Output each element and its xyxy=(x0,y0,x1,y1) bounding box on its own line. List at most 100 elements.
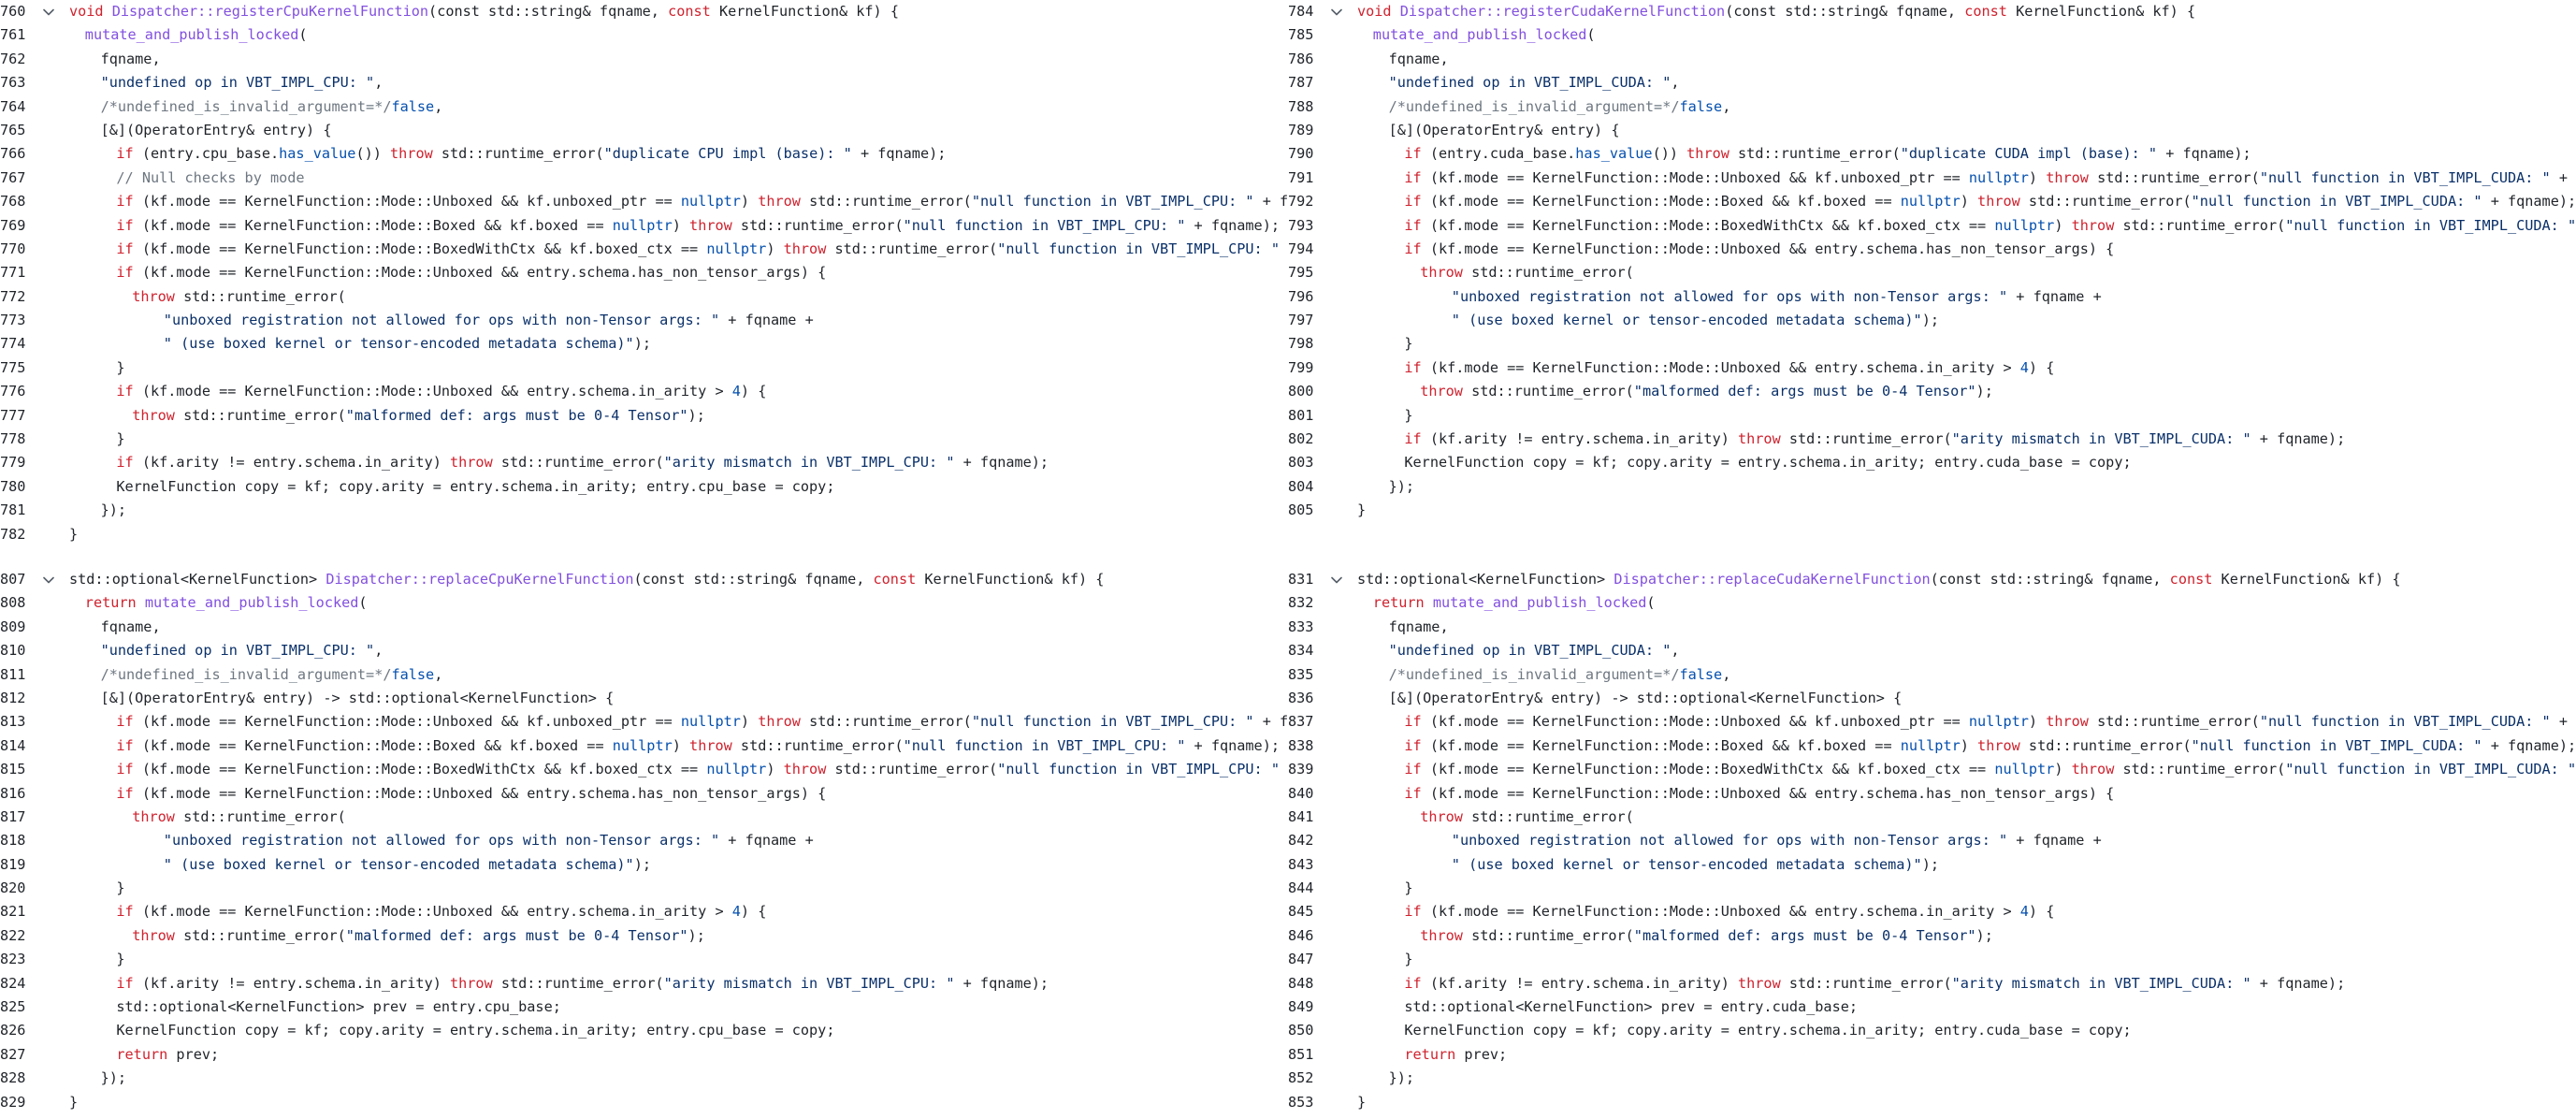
code-token: " (use boxed kernel or tensor-encoded me… xyxy=(1451,855,1922,873)
code-token: + fqname + xyxy=(2007,832,2102,850)
code-line: 773 "unboxed registration not allowed for… xyxy=(0,309,1288,332)
code-text: "unboxed registration not allowed for op… xyxy=(69,829,814,852)
code-text: if (kf.arity != entry.schema.in_arity) t… xyxy=(69,972,1049,995)
code-text: }); xyxy=(1357,1067,1414,1090)
code-line: 822 throw std::runtime_error("malformed d… xyxy=(0,924,1288,948)
code-token: if xyxy=(1404,430,1430,448)
code-token: if xyxy=(1404,216,1430,234)
line-number: 819 xyxy=(0,855,26,873)
code-token: "undefined op in VBT_IMPL_CPU: " xyxy=(100,74,375,92)
chevron-down-icon[interactable] xyxy=(1327,568,1346,591)
code-line: 795 throw std::runtime_error( xyxy=(1288,261,2576,284)
code-token: "duplicate CUDA impl (base): " xyxy=(1900,145,2158,163)
code-token: throw xyxy=(2071,216,2123,234)
code-line: 831 std::optional<KernelFunction> Dispatc… xyxy=(1288,568,2576,591)
code-token: ) xyxy=(2054,761,2072,778)
code-text: if (kf.mode == KernelFunction::Mode::Box… xyxy=(1357,734,2576,758)
code-token: , xyxy=(434,97,443,115)
code-token: KernelFunction copy = kf; copy.arity = e… xyxy=(1404,1022,2132,1039)
code-line: 814 if (kf.mode == KernelFunction::Mode::… xyxy=(0,734,1288,758)
code-text: return mutate_and_publish_locked( xyxy=(69,591,368,615)
code-pane-register-cuda: 784 void Dispatcher::registerCudaKernelFu… xyxy=(1288,0,2576,523)
code-text: if (kf.mode == KernelFunction::Mode::Unb… xyxy=(69,710,1288,734)
code-token: (kf.arity != entry.schema.in_arity) xyxy=(141,974,450,992)
code-text: [&](OperatorEntry& entry) { xyxy=(1357,119,1620,142)
code-token: std::runtime_error( xyxy=(2097,168,2260,186)
line-number: 832 xyxy=(1288,594,1314,612)
code-token: "null function in VBT_IMPL_CPU: " xyxy=(903,736,1186,754)
code-token: (kf.mode == KernelFunction::Mode::Unboxe… xyxy=(141,903,732,921)
code-line: 803 KernelFunction copy = kf; copy.arity … xyxy=(1288,451,2576,474)
line-number: 782 xyxy=(0,525,26,543)
code-token: ) xyxy=(672,216,690,234)
code-token: 4 xyxy=(731,383,741,400)
code-token: has_value xyxy=(279,145,356,163)
code-token: throw xyxy=(1977,193,2029,211)
code-pane-replace-cpu: 807 std::optional<KernelFunction> Dispatc… xyxy=(0,568,1288,1114)
code-line: 825 std::optional<KernelFunction> prev = … xyxy=(0,995,1288,1019)
code-line: 766 if (entry.cpu_base.has_value()) throw… xyxy=(0,142,1288,166)
code-line: 850 KernelFunction copy = kf; copy.arity … xyxy=(1288,1019,2576,1042)
line-number: 815 xyxy=(0,761,26,778)
line-number: 801 xyxy=(1288,406,1314,424)
code-token: std::runtime_error( xyxy=(1788,430,1952,448)
code-line: 813 if (kf.mode == KernelFunction::Mode::… xyxy=(0,710,1288,734)
code-line: 821 if (kf.mode == KernelFunction::Mode::… xyxy=(0,900,1288,923)
code-line: 839 if (kf.mode == KernelFunction::Mode::… xyxy=(1288,758,2576,781)
line-number: 761 xyxy=(0,26,26,44)
code-text: }); xyxy=(1357,475,1414,499)
code-token: throw xyxy=(758,193,810,211)
code-token: , xyxy=(434,665,443,683)
code-token: (const std::string& fqname, xyxy=(428,3,669,20)
line-number: 787 xyxy=(1288,74,1314,92)
code-token: if xyxy=(1404,974,1430,992)
code-token: "arity mismatch in VBT_IMPL_CPU: " xyxy=(663,974,955,992)
code-line: 796 "unboxed registration not allowed for… xyxy=(1288,285,2576,309)
line-number: 771 xyxy=(0,264,26,282)
line-number: 762 xyxy=(0,50,26,67)
code-token: Dispatcher::replaceCudaKernelFunction xyxy=(1614,571,1931,588)
line-number: 781 xyxy=(0,501,26,519)
chevron-down-icon[interactable] xyxy=(39,568,58,591)
code-text: if (entry.cpu_base.has_value()) throw st… xyxy=(69,142,946,166)
code-token: + fqname); xyxy=(851,145,947,163)
code-token: std::runtime_error( xyxy=(500,974,664,992)
code-line: 817 throw std::runtime_error( xyxy=(0,806,1288,829)
code-token: KernelFunction copy = kf; copy.arity = e… xyxy=(116,1022,835,1039)
line-number: 805 xyxy=(1288,501,1314,519)
code-text: " (use boxed kernel or tensor-encoded me… xyxy=(1357,309,1939,332)
code-token: std::runtime_error( xyxy=(1471,383,1634,400)
chevron-down-icon[interactable] xyxy=(39,0,58,23)
code-text: if (kf.mode == KernelFunction::Mode::Unb… xyxy=(1357,167,2576,190)
code-token: std::runtime_error( xyxy=(834,240,998,257)
code-token: (kf.mode == KernelFunction::Mode::Unboxe… xyxy=(141,784,827,802)
chevron-down-icon[interactable] xyxy=(1327,0,1346,23)
code-text: KernelFunction copy = kf; copy.arity = e… xyxy=(1357,451,2131,474)
code-token: if xyxy=(1404,784,1430,802)
line-number: 814 xyxy=(0,736,26,754)
code-token: throw xyxy=(2071,761,2123,778)
code-text: KernelFunction copy = kf; copy.arity = e… xyxy=(69,475,834,499)
line-number: 791 xyxy=(1288,168,1314,186)
line-number: 816 xyxy=(0,784,26,802)
code-line: 815 if (kf.mode == KernelFunction::Mode::… xyxy=(0,758,1288,781)
code-token: std::runtime_error( xyxy=(834,761,998,778)
line-number: 848 xyxy=(1288,974,1314,992)
code-token: nullptr xyxy=(680,713,741,731)
code-text: "undefined op in VBT_IMPL_CPU: ", xyxy=(69,71,384,94)
code-token: nullptr xyxy=(612,736,673,754)
code-token: /*undefined_is_invalid_argument=*/ xyxy=(100,97,392,115)
code-text: std::optional<KernelFunction> prev = ent… xyxy=(1357,995,1858,1019)
code-line: 826 KernelFunction copy = kf; copy.arity … xyxy=(0,1019,1288,1042)
code-line: 841 throw std::runtime_error( xyxy=(1288,806,2576,829)
code-line: 828}); xyxy=(0,1067,1288,1090)
line-number: 770 xyxy=(0,240,26,257)
code-line: 851 return prev; xyxy=(1288,1043,2576,1067)
line-number: 810 xyxy=(0,642,26,660)
code-line: 787 "undefined op in VBT_IMPL_CUDA: ", xyxy=(1288,71,2576,94)
line-number: 821 xyxy=(0,903,26,921)
code-token: "null function in VBT_IMPL_CUDA: " xyxy=(2191,736,2482,754)
line-number: 760 xyxy=(0,3,26,20)
code-text: throw std::runtime_error( xyxy=(1357,806,1634,829)
line-number: 824 xyxy=(0,974,26,992)
